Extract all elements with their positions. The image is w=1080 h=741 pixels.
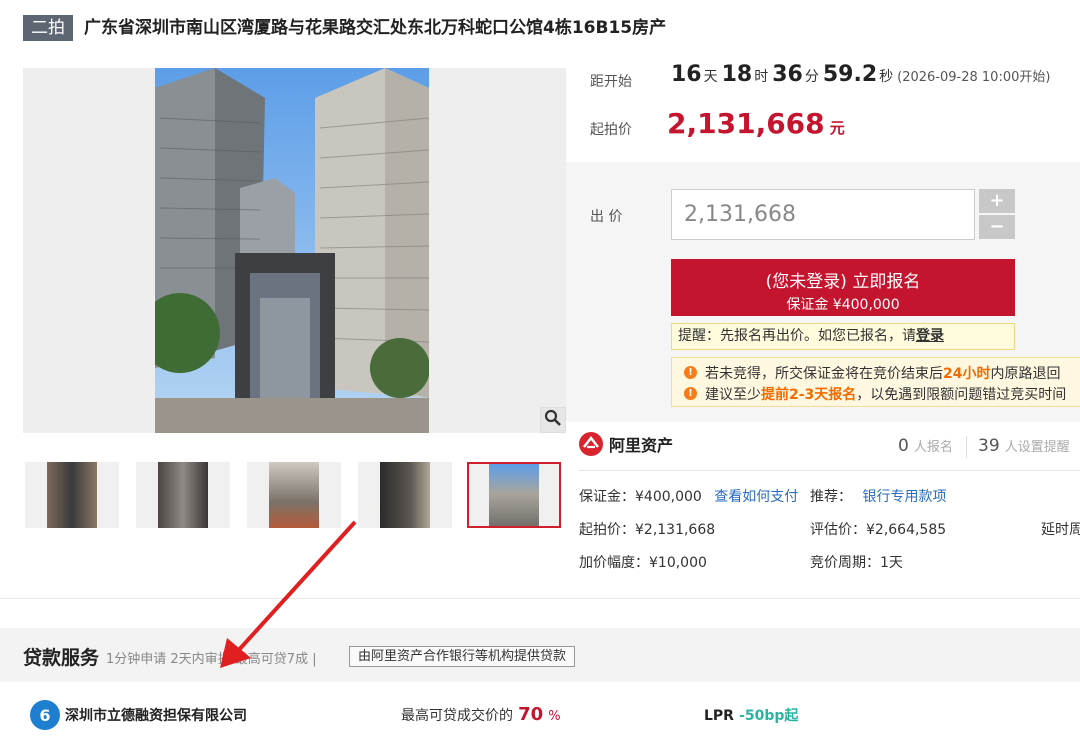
deposit-warnings: ! 若未竞得，所交保证金将在竞价结束后 24小时 内原路退回 ! 建议至少 提前2-3…	[671, 357, 1080, 407]
main-property-photo[interactable]	[155, 68, 429, 433]
deposit-text: 保证金：¥400,000	[579, 489, 702, 505]
loan-ratio-label: 最高可贷成交价的	[401, 708, 513, 724]
annotation-arrow	[220, 520, 357, 668]
company-logo-icon: 6	[30, 700, 60, 730]
loan-title: 贷款服务	[23, 647, 100, 669]
days-unit: 天	[703, 69, 718, 85]
warning-icon: !	[684, 387, 697, 400]
loan-ratio-unit: %	[548, 709, 561, 724]
start-time-note: (2026-09-28 10:00开始)	[897, 70, 1051, 85]
platform-brand: 阿里资产	[579, 432, 673, 456]
loan-provider-note: 由阿里资产合作银行等机构提供贷款	[349, 646, 576, 667]
start-price-value: 2,131,668	[667, 107, 825, 140]
thumbnail-2[interactable]	[136, 462, 230, 528]
thumbnail-4[interactable]	[358, 462, 452, 528]
reminder-count-label: 人设置提醒	[1004, 440, 1070, 455]
countdown-label: 距开始	[590, 74, 632, 90]
loan-lpr: LPR -50bp起	[704, 705, 798, 725]
warning-refund-highlight: 24小时	[943, 365, 991, 382]
detail-delay: 延时周	[1041, 522, 1080, 538]
recommend-info: 推荐： 银行专用款项	[810, 486, 946, 506]
signup-deposit-label: 保证金 ¥400,000	[786, 297, 900, 313]
reminder-count: 39 人设置提醒	[978, 436, 1070, 456]
loan-ratio-value: 70	[518, 704, 544, 725]
start-price-unit: 元	[829, 119, 845, 137]
detail-cycle: 竞价周期：1天	[810, 555, 903, 571]
signup-button[interactable]: (您未登录) 立即报名 保证金 ¥400,000	[671, 259, 1015, 316]
auction-round-badge: 二拍	[23, 15, 73, 41]
start-price-label: 起拍价	[590, 122, 632, 138]
countdown-minutes: 36	[772, 62, 803, 87]
warning-early-signup: ! 建议至少 提前2-3天报名 ，以免遇到限额问题错过竞买时间	[684, 383, 1080, 404]
platform-name: 阿里资产	[609, 436, 674, 455]
deposit-info: 保证金：¥400,000 查看如何支付	[579, 486, 798, 506]
thumbnail-5-selected[interactable]	[467, 462, 561, 528]
detail-start-price: 起拍价：¥2,131,668	[579, 522, 716, 538]
warning-refund-tail: 内原路退回	[990, 365, 1061, 382]
login-tip: 提醒：先报名再出价。如您已报名，请登录	[671, 323, 1015, 350]
decrease-bid-button[interactable]: −	[979, 215, 1015, 239]
loan-company[interactable]: 6 深圳市立德融资担保有限公司	[30, 700, 247, 730]
info-divider	[579, 470, 1080, 471]
login-link[interactable]: 登录	[916, 328, 944, 344]
detail-eval-price: 评估价：¥2,664,585	[810, 522, 947, 538]
zoom-button[interactable]	[540, 407, 566, 433]
signup-count: 0 人报名	[898, 436, 953, 456]
warning-early-text: 建议至少	[705, 386, 761, 403]
minutes-unit: 分	[804, 69, 819, 85]
countdown-hours: 18	[721, 62, 753, 87]
bank-account-link[interactable]: 银行专用款项	[862, 489, 946, 505]
increase-bid-button[interactable]: +	[979, 189, 1015, 213]
warning-refund: ! 若未竞得，所交保证金将在竞价结束后 24小时 内原路退回	[684, 362, 1080, 383]
countdown-days: 16	[671, 62, 702, 87]
thumbnail-3[interactable]	[247, 462, 341, 528]
bid-label: 出 价	[590, 209, 623, 225]
countdown-seconds: 59.2	[822, 62, 878, 87]
countdown-timer: 16 天 18 时 36 分 59.2 秒 (2026-09-28 10:00开始)	[671, 62, 1050, 87]
page-title: 广东省深圳市南山区湾厦路与花果路交汇处东北万科蛇口公馆4栋16B15房产	[84, 18, 667, 38]
section-divider	[0, 598, 1080, 599]
signup-main-label: (您未登录) 立即报名	[765, 272, 921, 292]
loan-ratio: 最高可贷成交价的 70 %	[401, 704, 561, 725]
login-tip-text: 提醒：先报名再出价。如您已报名，请	[678, 328, 916, 344]
how-to-pay-link[interactable]: 查看如何支付	[714, 489, 798, 505]
signup-count-label: 人报名	[913, 440, 953, 455]
recommend-label: 推荐：	[810, 489, 852, 505]
magnifier-icon	[544, 409, 562, 431]
lpr-value: -50bp起	[739, 708, 799, 724]
lpr-label: LPR	[704, 708, 734, 724]
seconds-unit: 秒	[879, 69, 894, 85]
signup-count-value: 0	[898, 436, 909, 456]
company-name: 深圳市立德融资担保有限公司	[65, 708, 247, 724]
thumbnail-1[interactable]	[25, 462, 119, 528]
warning-early-highlight: 提前2-3天报名	[761, 386, 857, 403]
warning-refund-text: 若未竞得，所交保证金将在竞价结束后	[705, 365, 943, 382]
stats-divider	[966, 436, 967, 458]
reminder-count-value: 39	[978, 436, 1000, 456]
warning-early-tail: ，以免遇到限额问题错过竞买时间	[856, 386, 1067, 403]
ali-assets-logo-icon	[579, 432, 603, 456]
detail-increment: 加价幅度：¥10,000	[579, 555, 707, 571]
start-price: 2,131,668 元	[667, 107, 845, 140]
warning-icon: !	[684, 366, 697, 379]
hours-unit: 时	[754, 69, 769, 85]
bid-amount-input[interactable]: 2,131,668	[671, 189, 975, 240]
